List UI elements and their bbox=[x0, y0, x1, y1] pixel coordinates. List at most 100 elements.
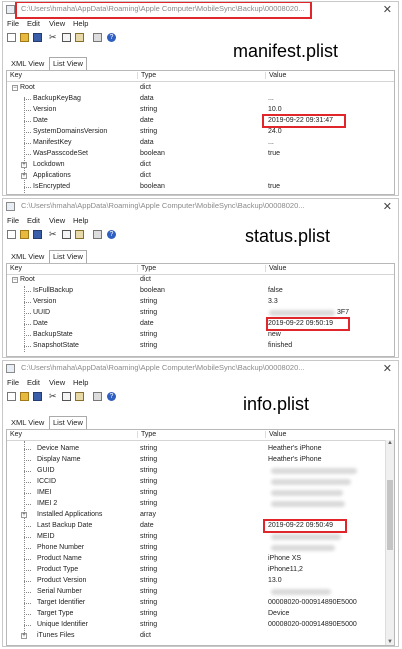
save-icon[interactable] bbox=[33, 33, 42, 42]
expand-icon[interactable]: + bbox=[21, 162, 27, 168]
collapse-icon[interactable]: − bbox=[12, 277, 18, 283]
copy-icon[interactable] bbox=[62, 33, 71, 42]
cut-icon[interactable]: ✂ bbox=[49, 33, 58, 42]
table-row[interactable]: + Lockdown dict bbox=[7, 160, 394, 170]
row-key: UUID bbox=[33, 309, 51, 316]
menu-edit[interactable]: Edit bbox=[27, 216, 40, 225]
new-file-icon[interactable] bbox=[7, 33, 16, 42]
cut-icon[interactable]: ✂ bbox=[49, 230, 58, 239]
table-row[interactable]: Product Version string 13.0 bbox=[7, 576, 394, 586]
table-row[interactable]: BackupKeyBag data... bbox=[7, 94, 394, 104]
date-highlight bbox=[263, 519, 347, 533]
paste-icon[interactable] bbox=[75, 392, 84, 401]
menu-view[interactable]: View bbox=[49, 19, 65, 28]
table-row[interactable]: Serial Number string bbox=[7, 587, 394, 597]
row-type: string bbox=[140, 599, 158, 606]
paste-icon[interactable] bbox=[75, 33, 84, 42]
open-folder-icon[interactable] bbox=[20, 230, 29, 239]
save-icon[interactable] bbox=[33, 392, 42, 401]
open-folder-icon[interactable] bbox=[20, 392, 29, 401]
table-row[interactable]: MEID string bbox=[7, 532, 394, 542]
table-row[interactable]: WasPasscodeSet boolean true bbox=[7, 149, 394, 159]
menu-view[interactable]: View bbox=[49, 216, 65, 225]
copy-icon[interactable] bbox=[62, 230, 71, 239]
menu-file[interactable]: File bbox=[7, 378, 19, 387]
close-icon[interactable]: ✕ bbox=[383, 199, 392, 215]
menu-file[interactable]: File bbox=[7, 216, 19, 225]
vertical-scrollbar[interactable]: ▲ ▼ bbox=[385, 440, 394, 645]
collapse-icon[interactable]: − bbox=[12, 85, 18, 91]
table-row[interactable]: Unique Identifier string 00008020-00091489… bbox=[7, 620, 394, 630]
table-row[interactable]: − Root dict bbox=[7, 275, 394, 285]
table-row[interactable]: Phone Number string bbox=[7, 543, 394, 553]
find-icon[interactable] bbox=[93, 230, 102, 239]
redacted-value bbox=[271, 490, 343, 496]
close-icon[interactable]: ✕ bbox=[383, 361, 392, 377]
new-file-icon[interactable] bbox=[7, 230, 16, 239]
menu-help[interactable]: Help bbox=[73, 19, 88, 28]
paste-icon[interactable] bbox=[75, 230, 84, 239]
tab-xml-view[interactable]: XML View bbox=[8, 416, 47, 429]
row-type: string bbox=[140, 533, 158, 540]
menu-file[interactable]: File bbox=[7, 19, 19, 28]
header-key[interactable]: Key bbox=[10, 431, 22, 438]
header-key[interactable]: Key bbox=[10, 265, 22, 272]
header-type[interactable]: Type bbox=[137, 265, 156, 272]
find-icon[interactable] bbox=[93, 392, 102, 401]
row-type: date bbox=[140, 117, 154, 124]
header-value[interactable]: Value bbox=[265, 431, 286, 438]
header-value[interactable]: Value bbox=[265, 72, 286, 79]
expand-icon[interactable]: + bbox=[21, 512, 27, 518]
table-row[interactable]: BackupState string new bbox=[7, 330, 394, 340]
expand-icon[interactable]: + bbox=[21, 173, 27, 179]
table-row[interactable]: − Root dict bbox=[7, 83, 394, 93]
table-row[interactable]: IsFullBackup boolean false bbox=[7, 286, 394, 296]
menu-help[interactable]: Help bbox=[73, 216, 88, 225]
table-row[interactable]: Device Name string Heather's iPhone bbox=[7, 444, 394, 454]
help-icon[interactable]: ? bbox=[107, 230, 116, 239]
copy-icon[interactable] bbox=[62, 392, 71, 401]
menu-edit[interactable]: Edit bbox=[27, 19, 40, 28]
scroll-thumb[interactable] bbox=[387, 480, 393, 550]
tab-list-view[interactable]: List View bbox=[49, 57, 87, 71]
menu-help[interactable]: Help bbox=[73, 378, 88, 387]
header-type[interactable]: Type bbox=[137, 72, 156, 79]
menu-view[interactable]: View bbox=[49, 378, 65, 387]
table-row[interactable]: Target Type string Device bbox=[7, 609, 394, 619]
table-row[interactable]: Product Name string iPhone XS bbox=[7, 554, 394, 564]
header-key[interactable]: Key bbox=[10, 72, 22, 79]
table-row[interactable]: Product Type string iPhone11,2 bbox=[7, 565, 394, 575]
header-value[interactable]: Value bbox=[265, 265, 286, 272]
tab-list-view[interactable]: List View bbox=[49, 250, 87, 264]
table-row[interactable]: IMEI 2 string bbox=[7, 499, 394, 509]
table-row[interactable]: ManifestKey data... bbox=[7, 138, 394, 148]
cut-icon[interactable]: ✂ bbox=[49, 392, 58, 401]
expand-icon[interactable]: + bbox=[21, 633, 27, 639]
table-row[interactable]: ICCID string bbox=[7, 477, 394, 487]
save-icon[interactable] bbox=[33, 230, 42, 239]
table-row[interactable]: IsEncrypted boolean true bbox=[7, 182, 394, 192]
scroll-down-icon[interactable]: ▼ bbox=[386, 639, 394, 645]
table-row[interactable]: + Applications dict bbox=[7, 171, 394, 181]
find-icon[interactable] bbox=[93, 33, 102, 42]
table-row[interactable]: GUID string bbox=[7, 466, 394, 476]
row-value: ... bbox=[268, 139, 274, 146]
header-type[interactable]: Type bbox=[137, 431, 156, 438]
table-row[interactable]: IMEI string bbox=[7, 488, 394, 498]
help-icon[interactable]: ? bbox=[107, 392, 116, 401]
close-icon[interactable]: ✕ bbox=[383, 2, 392, 18]
tab-xml-view[interactable]: XML View bbox=[8, 250, 47, 263]
help-icon[interactable]: ? bbox=[107, 33, 116, 42]
new-file-icon[interactable] bbox=[7, 392, 16, 401]
table-row[interactable]: Version string 3.3 bbox=[7, 297, 394, 307]
table-row[interactable]: Display Name string Heather's iPhone bbox=[7, 455, 394, 465]
table-row[interactable]: Target Identifier string 00008020-00091489… bbox=[7, 598, 394, 608]
scroll-up-icon[interactable]: ▲ bbox=[386, 440, 394, 446]
table-row[interactable]: SnapshotState string finished bbox=[7, 341, 394, 351]
menu-edit[interactable]: Edit bbox=[27, 378, 40, 387]
table-row[interactable]: SystemDomainsVersion string 24.0 bbox=[7, 127, 394, 137]
tab-list-view[interactable]: List View bbox=[49, 416, 87, 430]
tab-xml-view[interactable]: XML View bbox=[8, 57, 47, 70]
open-folder-icon[interactable] bbox=[20, 33, 29, 42]
table-row[interactable]: + iTunes Files dict bbox=[7, 631, 394, 641]
